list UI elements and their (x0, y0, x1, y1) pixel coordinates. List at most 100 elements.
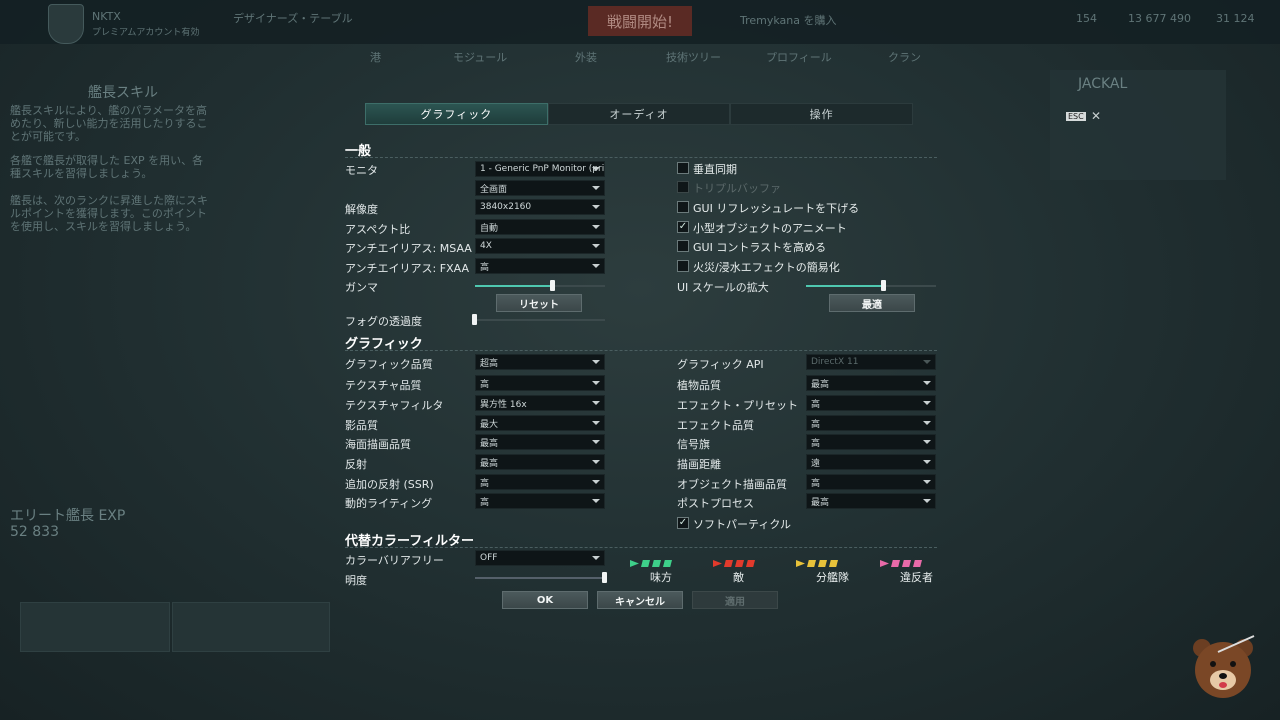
graphics-setting-select[interactable]: 高 (806, 395, 936, 411)
close-icon[interactable]: ✕ (1091, 109, 1101, 123)
gamma-slider[interactable] (475, 280, 605, 291)
resolution-select[interactable]: 3840x2160 (475, 199, 605, 215)
setting-checkbox[interactable]: ✓ (677, 221, 689, 233)
ship-card-ghost (20, 602, 170, 652)
ship-marker-icon (880, 560, 889, 567)
monitor-label: モニタ (345, 164, 378, 177)
bear-mascot-icon (1193, 635, 1255, 698)
chevron-down-icon (592, 556, 600, 560)
nav-tech-tree: 技術ツリー (666, 51, 721, 64)
graphics-setting-select[interactable]: 異方性 16x (475, 395, 605, 411)
designer-table-label: デザイナーズ・テーブル (233, 12, 353, 25)
setting-checkbox-label: 火災/浸水エフェクトの簡易化 (693, 261, 840, 274)
section-divider (345, 157, 937, 158)
chevron-down-icon (592, 360, 600, 364)
fxaa-select[interactable]: 高 (475, 258, 605, 274)
msaa-label: アンチエイリアス: MSAA (345, 242, 472, 255)
ui-scale-slider[interactable] (806, 280, 936, 291)
ship-marker-icon (630, 560, 639, 567)
chevron-down-icon (923, 499, 931, 503)
section-divider (345, 350, 937, 351)
ship-purchase-top: Tremykana を購入 (740, 14, 837, 27)
graphics-setting-select[interactable]: 高 (475, 493, 605, 509)
graphics-setting-select[interactable]: 遠 (806, 454, 936, 470)
graphics-setting-select[interactable]: 高 (475, 474, 605, 490)
ok-button[interactable]: OK (502, 591, 588, 609)
chevron-down-icon (592, 440, 600, 444)
chevron-down-icon (923, 440, 931, 444)
gamma-slider-fill (475, 285, 553, 287)
setting-checkbox[interactable] (677, 162, 689, 174)
ship-marker-icon (807, 560, 816, 567)
barrier-free-select[interactable]: OFF (475, 550, 605, 566)
settings-tabs: グラフィック オーディオ 操作 (365, 103, 914, 125)
clan-emblem-icon (48, 4, 84, 44)
graphics-setting-label: 植物品質 (677, 379, 721, 392)
reset-button[interactable]: リセット (496, 294, 582, 312)
color-swatch-icon (630, 560, 672, 567)
fog-slider[interactable] (472, 314, 605, 325)
graphics-setting-select[interactable]: 最高 (475, 434, 605, 450)
premium-status: プレミアムアカウント有効 (92, 28, 200, 38)
graphics-setting-select[interactable]: 最高 (806, 375, 936, 391)
graphics-setting-select[interactable]: 高 (475, 375, 605, 391)
ship-name-jackal: JACKAL (1078, 76, 1128, 92)
chevron-down-icon (592, 401, 600, 405)
graphics-setting-select[interactable]: 高 (806, 474, 936, 490)
setting-checkbox (677, 181, 689, 193)
color-group-label: 敵 (733, 571, 744, 584)
ship-marker-icon (652, 560, 661, 567)
monitor-value: 1 - Generic PnP Monitor (prim (480, 164, 605, 174)
apply-button: 適用 (692, 591, 778, 609)
ship-marker-icon (818, 560, 827, 567)
nav-clan: クラン (888, 51, 921, 64)
color-swatch-icon (880, 560, 922, 567)
setting-checkbox[interactable] (677, 201, 689, 213)
ui-scale-slider-handle[interactable] (881, 280, 886, 291)
chevron-down-icon (592, 225, 600, 229)
aspect-select[interactable]: 自動 (475, 219, 605, 235)
chevron-down-icon (592, 460, 600, 464)
graphics-setting-label: グラフィック API (677, 358, 764, 371)
ship-marker-icon (724, 560, 733, 567)
resolution-label: 解像度 (345, 203, 378, 216)
left-panel-title: 艦長スキル (88, 85, 158, 101)
setting-checkbox-label: GUI リフレッシュレートを下げる (693, 202, 860, 215)
cancel-button[interactable]: キャンセル (597, 591, 683, 609)
chevron-down-icon (592, 244, 600, 248)
ship-marker-icon (891, 560, 900, 567)
graphics-setting-select[interactable]: 高 (806, 434, 936, 450)
graphics-setting-select-value: 高 (811, 438, 821, 449)
ship-marker-icon (713, 560, 722, 567)
color-group-label: 違反者 (900, 571, 933, 584)
soft-particles-checkbox[interactable]: ✓ (677, 517, 689, 529)
graphics-setting-select-value: 異方性 16x (480, 399, 527, 410)
graphics-setting-select[interactable]: 高 (806, 415, 936, 431)
ship-marker-icon (663, 560, 672, 567)
optimal-button[interactable]: 最適 (829, 294, 915, 312)
graphics-setting-select[interactable]: 最大 (475, 415, 605, 431)
graphics-setting-select[interactable]: 最高 (806, 493, 936, 509)
graphics-setting-select[interactable]: 超高 (475, 354, 605, 370)
screen-mode-select[interactable]: 全画面 (475, 180, 605, 196)
graphics-setting-label: ポストプロセス (677, 497, 754, 510)
fog-slider-handle[interactable] (472, 314, 477, 325)
graphics-setting-select-value: 高 (811, 399, 821, 410)
graphics-setting-label: 反射 (345, 458, 367, 471)
graphics-setting-select-value: 最大 (480, 419, 499, 430)
player-name: NKTX (92, 10, 121, 23)
tab-controls[interactable]: 操作 (730, 103, 914, 125)
graphics-setting-select[interactable]: 最高 (475, 454, 605, 470)
brightness-slider[interactable] (475, 572, 607, 583)
graphics-setting-select-value: 高 (480, 478, 490, 489)
setting-checkbox[interactable] (677, 240, 689, 252)
msaa-select[interactable]: 4X (475, 238, 605, 254)
monitor-select[interactable]: 1 - Generic PnP Monitor (prim (475, 161, 605, 177)
chevron-down-icon (592, 480, 600, 484)
tab-audio[interactable]: オーディオ (547, 103, 731, 125)
gamma-slider-handle[interactable] (550, 280, 555, 291)
tab-graphics[interactable]: グラフィック (365, 103, 548, 125)
brightness-slider-handle[interactable] (602, 572, 607, 583)
setting-checkbox[interactable] (677, 260, 689, 272)
setting-checkbox-label: 垂直同期 (693, 163, 737, 176)
